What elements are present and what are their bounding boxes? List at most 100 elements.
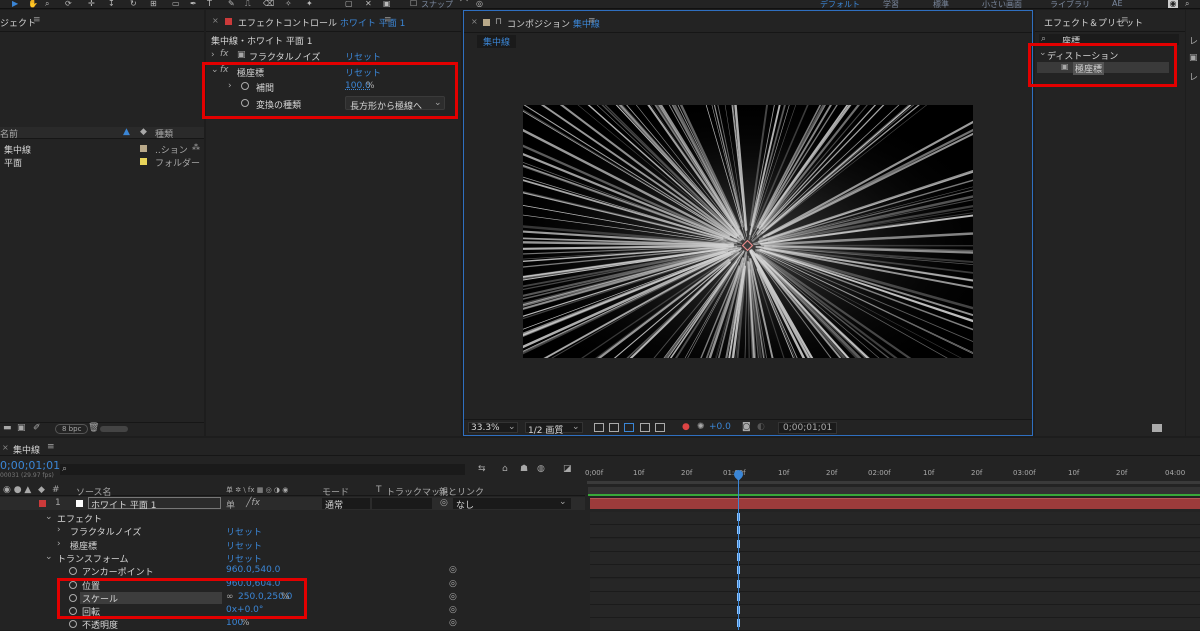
layer-mode-select[interactable]: 通常 (322, 498, 370, 509)
axis-view-icon[interactable]: ▣ (383, 0, 391, 8)
pickwhip-icon[interactable]: ◎ (449, 592, 457, 602)
prop-value[interactable]: 960.0,540.0 (226, 565, 280, 575)
chevron-right-icon[interactable]: › (57, 539, 61, 549)
camera-icon[interactable]: ◉ (1168, 0, 1178, 8)
motion-blur-icon[interactable]: ◍ (537, 464, 545, 474)
comp-timecode[interactable]: 0;00;01;01 (778, 422, 837, 434)
keyframe-marker[interactable] (737, 553, 740, 561)
timeline-timecode[interactable]: 0;00;01;01 (0, 459, 60, 472)
panel-menu-icon[interactable]: ≡ (384, 15, 392, 25)
keyframe-marker[interactable] (737, 593, 740, 601)
bpc-button[interactable]: 8 bpc (55, 424, 88, 434)
reset-link[interactable]: リセット (226, 552, 262, 565)
workspace-ae[interactable]: AE (1112, 0, 1123, 8)
axis-local-icon[interactable]: ▢ (345, 0, 353, 8)
layer-row[interactable]: 1 ホワイト 平面 1 单 ╱fx 通常 ◎ なし ⌄ (0, 497, 585, 510)
panel-menu-icon[interactable]: ≡ (47, 442, 55, 452)
lock-icon[interactable]: ⊓ (495, 17, 502, 27)
color-channel-icon[interactable]: ● (682, 422, 690, 432)
prop-row-effects[interactable]: ⌄ エフェクト (0, 512, 585, 525)
brush-icon[interactable]: ✐ (33, 423, 41, 433)
mask-path-icon[interactable] (624, 423, 634, 432)
keyframe-marker[interactable] (737, 566, 740, 574)
clone-stamp-tool-icon[interactable]: ⎍ (245, 0, 251, 8)
pickwhip-icon[interactable]: ◎ (449, 565, 457, 575)
selection-tool-icon[interactable]: ▶ (12, 0, 18, 8)
keyframe-marker[interactable] (737, 619, 740, 627)
stopwatch-icon[interactable] (69, 620, 77, 628)
prop-row-anchor[interactable]: アンカーポイント 960.0,540.0 ◎ (0, 565, 585, 578)
draft-3d-icon[interactable]: ⌂ (502, 464, 508, 474)
panel-menu-icon[interactable]: ≡ (33, 15, 41, 25)
panel-menu-icon[interactable]: ≡ (588, 16, 596, 26)
fast-previews-icon[interactable] (594, 423, 604, 432)
project-item-folder[interactable]: 平面 フォルダー (0, 156, 204, 167)
pickwhip-icon[interactable]: ◎ (449, 579, 457, 589)
col-type-header[interactable]: 種類 (155, 127, 173, 140)
chevron-right-icon[interactable]: › (57, 525, 61, 535)
search-icon[interactable]: ⌕ (1185, 0, 1189, 8)
stopwatch-icon[interactable] (69, 567, 77, 575)
workspace-default[interactable]: デフォルト (820, 0, 860, 10)
snap-checkbox[interactable]: ☐ (410, 0, 417, 8)
layer-name-field[interactable]: ホワイト 平面 1 (88, 497, 221, 509)
new-comp-icon[interactable]: ▣ (17, 423, 26, 433)
effect-fractal-noise[interactable]: › fx ▣ フラクタルノイズ リセット (206, 50, 461, 62)
rectangle-tool-icon[interactable]: ▭ (172, 0, 180, 8)
keyframe-marker[interactable] (737, 526, 740, 534)
roto-brush-tool-icon[interactable]: ✧ (285, 0, 292, 8)
hand-tool-icon[interactable]: ✋ (28, 0, 38, 8)
zoom-tool-icon[interactable]: ⌕ (45, 0, 49, 8)
composition-tab[interactable]: コンポジション 集中線 (507, 17, 600, 30)
transparency-grid-icon[interactable] (609, 423, 619, 432)
dolly-tool-icon[interactable]: ↧ (108, 0, 115, 8)
pickwhip-icon[interactable]: ◎ (449, 618, 457, 628)
workspace-standard[interactable]: 標準 (933, 0, 949, 10)
keyframe-marker[interactable] (737, 606, 740, 614)
prop-row-polar[interactable]: › 極座標 リセット (0, 539, 585, 552)
folder-icon[interactable]: ▬ (3, 423, 12, 433)
trackmatte-select[interactable] (372, 498, 432, 509)
layer-label-color[interactable] (39, 500, 46, 507)
prop-row-transform[interactable]: ⌄ トランスフォーム リセット (0, 552, 585, 565)
snap-option-icon[interactable]: ⌒ (460, 0, 468, 8)
pan-behind-tool-icon[interactable]: ⊞ (150, 0, 157, 8)
eraser-tool-icon[interactable]: ⌫ (263, 0, 274, 8)
resolution-select[interactable]: 1/2 画質 ⌄ (525, 422, 583, 433)
timeline-tab[interactable]: 集中線 (13, 443, 40, 456)
rotation-tool-icon[interactable]: ↻ (130, 0, 137, 8)
fx-icon[interactable]: fx (220, 49, 229, 59)
layer-switch-fx[interactable]: ╱fx (246, 498, 260, 508)
orbit-tool-icon[interactable]: ⟳ (65, 0, 72, 8)
chevron-down-icon[interactable]: ⌄ (45, 552, 53, 562)
thumbnail-slider[interactable] (100, 426, 128, 432)
reset-link[interactable]: リセット (226, 539, 262, 552)
new-folder-icon[interactable] (1152, 424, 1162, 432)
panel-menu-icon[interactable]: ≡ (1121, 15, 1129, 25)
pan-tool-icon[interactable]: ✛ (88, 0, 95, 8)
workspace-small-screen[interactable]: 小さい画面 (982, 0, 1022, 10)
show-snapshot-icon[interactable]: ◐ (757, 422, 765, 432)
work-area-bar[interactable] (587, 481, 1200, 484)
keyframe-marker[interactable] (737, 580, 740, 588)
keyframe-marker[interactable] (737, 540, 740, 548)
pickwhip-icon[interactable]: ◎ (449, 605, 457, 615)
comp-flowchart-icon[interactable]: ⇆ (478, 464, 486, 474)
exposure-icon[interactable]: ✺ (697, 422, 705, 432)
chevron-down-icon[interactable]: ⌄ (45, 512, 53, 522)
prop-row-fractal[interactable]: › フラクタルノイズ リセット (0, 525, 585, 538)
chevron-right-icon[interactable]: › (211, 50, 215, 60)
collapsed-tab-icon[interactable]: レ (1189, 70, 1198, 83)
pen-tool-icon[interactable]: ✒ (190, 0, 197, 8)
project-tab[interactable]: ジェクト (0, 16, 36, 29)
brush-tool-icon[interactable]: ✎ (228, 0, 235, 8)
region-of-interest-icon[interactable] (640, 423, 650, 432)
puppet-tool-icon[interactable]: ✦ (306, 0, 313, 8)
project-item-comp[interactable]: 集中線 ..ション ⁂ (0, 143, 204, 154)
type-tool-icon[interactable]: T (207, 0, 212, 8)
shy-icon[interactable]: ☗ (520, 464, 528, 474)
collapsed-tab-icon[interactable]: ▣ (1189, 53, 1198, 63)
axis-world-icon[interactable]: ✕ (365, 0, 372, 8)
comp-flow-tab[interactable]: 集中線 (477, 35, 516, 48)
keyframe-marker[interactable] (737, 513, 740, 521)
